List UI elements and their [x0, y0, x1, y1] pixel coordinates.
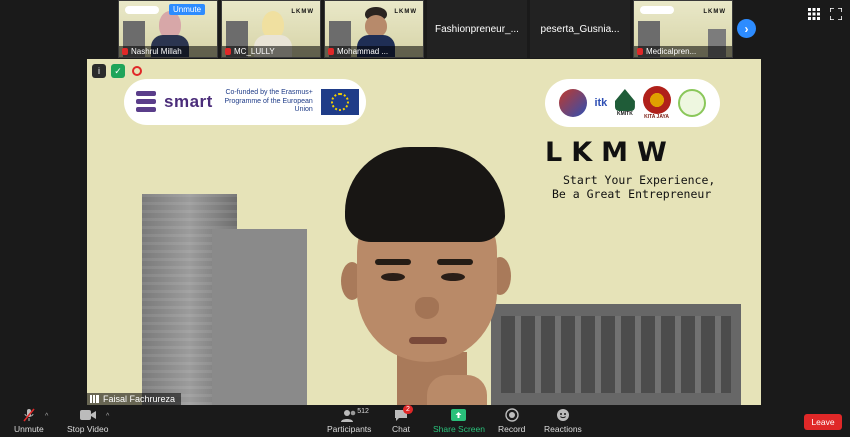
kitajaya-logo: KITA JAYA	[642, 86, 671, 120]
participant-namebar: MC_LULLY	[222, 46, 320, 57]
participant-name: Fashionpreneur_...	[435, 23, 519, 35]
partner-emblem-icon	[558, 89, 587, 117]
chat-bubble-icon: 2	[394, 405, 413, 422]
participant-thumbnail[interactable]: peserta_Gusnia...	[530, 0, 630, 58]
muted-microphone-icon	[22, 408, 36, 422]
fullscreen-icon[interactable]	[830, 8, 842, 20]
meeting-toolbar: Unmute ^ Stop Video ^ 512 Participants 2…	[0, 405, 850, 437]
eyebrow	[375, 259, 411, 265]
kmitk-logo: KMITK	[614, 89, 635, 117]
speaker-name: Faisal Fachrureza	[103, 394, 176, 404]
kitajaya-emblem-icon	[642, 86, 671, 114]
signal-strength-icon	[90, 395, 99, 403]
participant-thumbnail-strip: Unmute Nashrul Millah LKMW MC_LULLY LKMW…	[118, 0, 733, 58]
participant-name: Mohammad ...	[337, 47, 389, 56]
reactions-button[interactable]: Reactions	[544, 408, 582, 434]
record-label: Record	[498, 424, 526, 434]
chat-unread-badge: 2	[402, 405, 413, 414]
muted-mic-icon	[225, 48, 231, 55]
record-icon	[505, 408, 519, 422]
leaf-emblem-icon	[678, 89, 707, 117]
participant-name: peserta_Gusnia...	[540, 23, 620, 35]
kmitk-label: KMITK	[616, 111, 633, 117]
smart-erasmus-banner: smart Co-funded by the Erasmus+ Programm…	[124, 79, 366, 125]
participant-thumbnail[interactable]: Fashionpreneur_...	[427, 0, 527, 58]
participant-name: MC_LULLY	[234, 47, 275, 56]
share-screen-label: Share Screen	[433, 424, 485, 434]
nose	[415, 297, 439, 319]
itk-logo: itk	[594, 97, 608, 109]
eyebrow	[437, 259, 473, 265]
partner-logos: itk KMITK KITA JAYA	[545, 79, 720, 127]
kitajaya-label: KITA JAYA	[644, 114, 669, 120]
grid-view-icon[interactable]	[808, 8, 820, 20]
smart-logo-icon	[136, 91, 156, 113]
participants-label: Participants	[327, 424, 372, 434]
info-icon[interactable]: i	[92, 64, 106, 78]
security-shield-icon[interactable]: ✓	[111, 64, 125, 78]
hand	[427, 375, 487, 405]
event-tagline-2: Be a Great Entrepreneur	[552, 187, 712, 201]
share-screen-icon	[451, 408, 467, 422]
unmute-button[interactable]: Unmute	[14, 408, 44, 434]
mouth	[409, 337, 447, 344]
muted-mic-icon	[122, 48, 128, 55]
thumbnail-logo	[125, 6, 159, 14]
participants-icon: 512	[341, 408, 369, 422]
participants-count: 512	[357, 408, 369, 415]
stop-video-button[interactable]: Stop Video	[67, 408, 108, 434]
participant-face	[365, 15, 387, 37]
eye	[381, 273, 405, 281]
participant-thumbnail[interactable]: LKMW Medicalpren...	[633, 0, 733, 58]
participant-name: Nashrul Millah	[131, 47, 182, 56]
muted-mic-icon	[637, 48, 643, 55]
thumbnail-logo	[640, 6, 674, 14]
participant-namebar: Nashrul Millah	[119, 46, 217, 57]
meeting-info-icons: i ✓	[92, 64, 144, 78]
eu-flag-icon	[320, 89, 359, 115]
participant-thumbnail[interactable]: LKMW Mohammad ...	[324, 0, 424, 58]
audio-options-chevron-icon[interactable]: ^	[45, 413, 48, 420]
participant-namebar: Mohammad ...	[325, 46, 423, 57]
active-speaker-video: smart Co-funded by the Erasmus+ Programm…	[87, 59, 761, 405]
speaker-namebar: Faisal Fachrureza	[87, 393, 182, 405]
view-controls	[808, 8, 842, 20]
thumbnail-lkmw-logo: LKMW	[703, 9, 726, 15]
smart-logo-text: smart	[164, 92, 213, 111]
participant-thumbnail[interactable]: Unmute Nashrul Millah	[118, 0, 218, 58]
thumbnail-lkmw-logo: LKMW	[394, 9, 417, 15]
event-title: LKMW	[545, 137, 676, 168]
reactions-smiley-icon	[556, 408, 570, 422]
participant-name: Medicalpren...	[646, 47, 697, 56]
stop-video-label: Stop Video	[67, 424, 109, 434]
participant-thumbnail[interactable]: LKMW MC_LULLY	[221, 0, 321, 58]
reactions-label: Reactions	[544, 424, 582, 434]
speaker-figure	[327, 147, 537, 405]
eye	[441, 273, 465, 281]
participant-namebar: Medicalpren...	[634, 46, 732, 57]
record-button[interactable]: Record	[498, 408, 525, 434]
video-camera-icon	[79, 408, 96, 422]
unmute-label: Unmute	[14, 424, 44, 434]
cofunded-text: Co-funded by the Erasmus+ Programme of t…	[224, 89, 313, 114]
video-options-chevron-icon[interactable]: ^	[106, 413, 109, 420]
muted-mic-icon	[328, 48, 334, 55]
recording-indicator-icon	[130, 64, 144, 78]
thumbnail-lkmw-logo: LKMW	[291, 9, 314, 15]
share-screen-button[interactable]: Share Screen	[433, 408, 485, 434]
event-tagline-1: Start Your Experience,	[563, 173, 716, 187]
kmitk-mountain-icon	[614, 89, 635, 111]
unmute-popup[interactable]: Unmute	[169, 4, 206, 15]
background-building	[212, 229, 307, 405]
next-page-chevron-icon[interactable]: ›	[737, 19, 756, 38]
zoom-meeting-window: Unmute Nashrul Millah LKMW MC_LULLY LKMW…	[0, 0, 850, 437]
leave-button[interactable]: Leave	[804, 414, 842, 430]
chat-button[interactable]: 2 Chat	[392, 405, 413, 434]
chat-label: Chat	[392, 424, 410, 434]
hair	[345, 147, 505, 242]
participants-button[interactable]: 512 Participants	[327, 408, 371, 434]
